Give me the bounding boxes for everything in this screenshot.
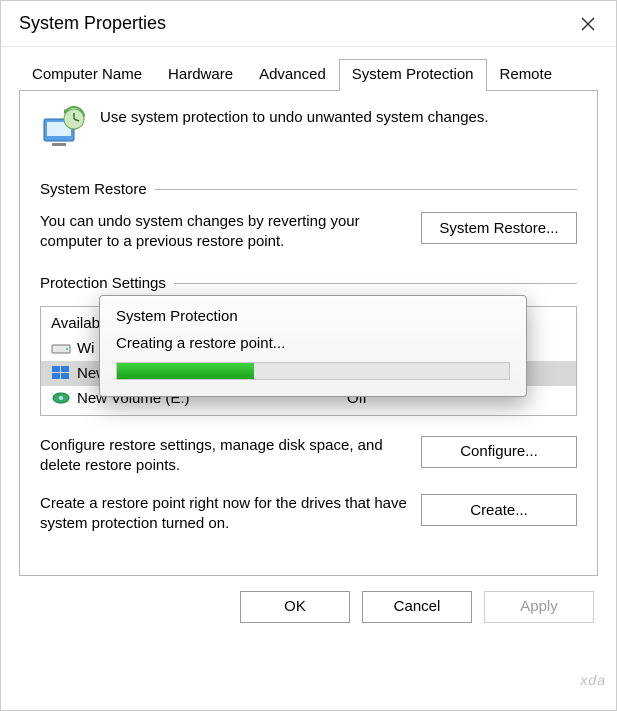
system-restore-button[interactable]: System Restore... (421, 212, 577, 244)
close-button[interactable] (572, 8, 604, 40)
ok-button[interactable]: OK (240, 591, 350, 623)
watermark: xda (580, 672, 606, 688)
window-title: System Properties (19, 13, 166, 34)
tab-advanced[interactable]: Advanced (246, 59, 339, 91)
section-divider (155, 189, 577, 190)
create-description: Create a restore point right now for the… (40, 494, 407, 535)
progress-dialog-title: System Protection (100, 296, 526, 331)
dialog-footer: OK Cancel Apply (1, 577, 616, 637)
tab-computer-name[interactable]: Computer Name (19, 59, 155, 91)
intro-row: Use system protection to undo unwanted s… (40, 105, 577, 153)
tab-strip: Computer Name Hardware Advanced System P… (1, 47, 616, 91)
section-system-restore: System Restore You can undo system chang… (40, 181, 577, 253)
drive-generic-icon (51, 340, 71, 356)
cancel-button[interactable]: Cancel (362, 591, 472, 623)
configure-description: Configure restore settings, manage disk … (40, 436, 407, 477)
drive-hdd-icon (51, 390, 71, 406)
progress-dialog: System Protection Creating a restore poi… (99, 295, 527, 397)
restore-description: You can undo system changes by reverting… (40, 212, 407, 253)
configure-button[interactable]: Configure... (421, 436, 577, 468)
tab-remote[interactable]: Remote (487, 59, 566, 91)
apply-button: Apply (484, 591, 594, 623)
system-restore-icon (40, 105, 88, 153)
section-divider (174, 283, 577, 284)
titlebar: System Properties (1, 1, 616, 47)
section-title-protection: Protection Settings (40, 275, 166, 292)
section-title-restore: System Restore (40, 181, 147, 198)
create-button[interactable]: Create... (421, 494, 577, 526)
drive-windows-icon (51, 365, 71, 381)
tab-hardware[interactable]: Hardware (155, 59, 246, 91)
tab-system-protection[interactable]: System Protection (339, 59, 487, 91)
close-icon (581, 17, 595, 31)
progress-bar-fill (117, 363, 254, 379)
progress-bar (116, 362, 510, 380)
intro-text: Use system protection to undo unwanted s… (100, 109, 489, 126)
progress-dialog-message: Creating a restore point... (100, 331, 526, 358)
